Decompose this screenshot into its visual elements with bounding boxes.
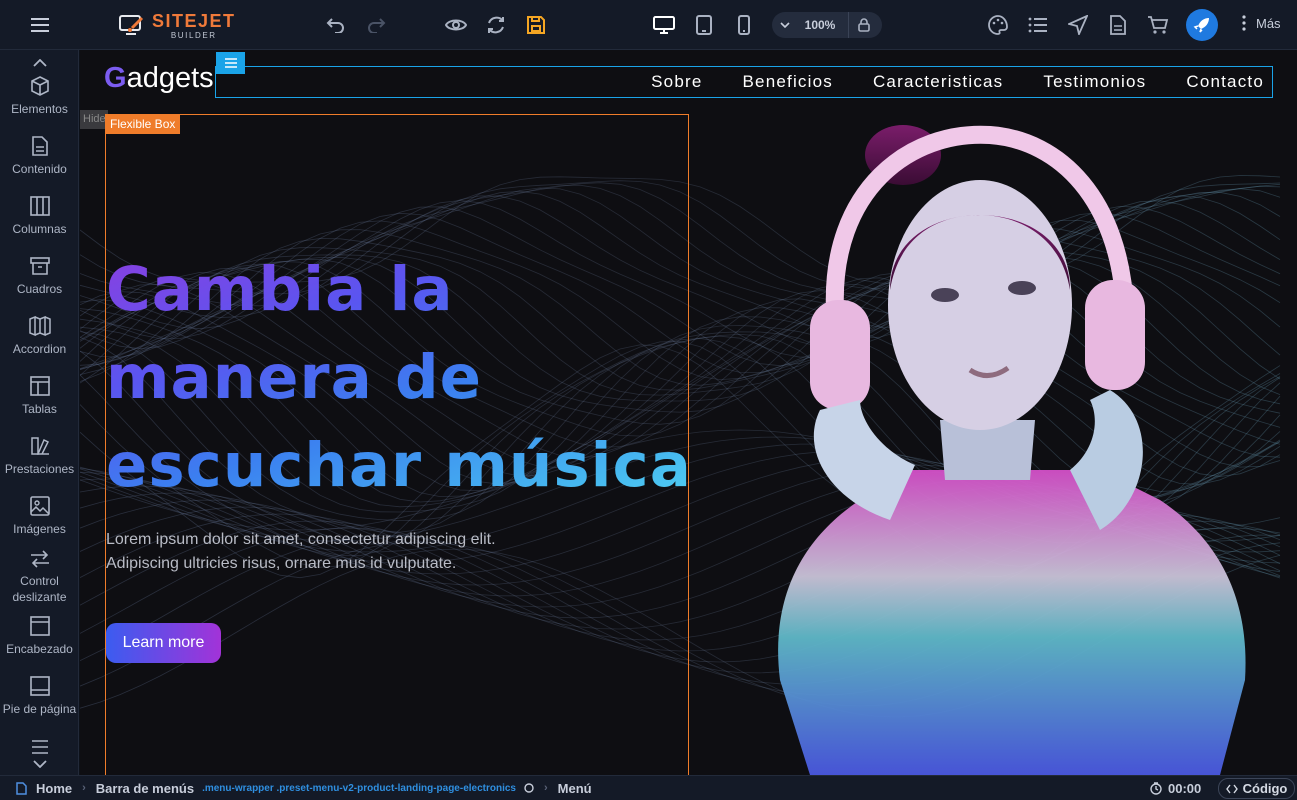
box-icon [29,257,50,275]
scroll-up-arrow-icon[interactable] [30,56,50,70]
features-icon [30,437,49,455]
refresh-icon[interactable] [480,9,512,41]
hamburger-icon [224,58,237,68]
palette-icon[interactable] [982,9,1014,41]
logo-wordmark: SITEJET [152,11,236,31]
rocket-icon [1193,18,1209,33]
breadcrumb-menu[interactable]: Menú [558,781,592,796]
image-icon [29,496,50,516]
shopping-cart-icon[interactable] [1142,9,1174,41]
slider-icon [30,550,49,568]
code-brackets-icon [1225,784,1238,793]
columns-icon [29,196,50,216]
hamburger-menu-icon[interactable] [24,9,56,41]
sidebar-item-pie-de-pagina[interactable]: Pie de página [0,676,79,717]
redo-icon[interactable] [360,9,392,41]
breadcrumb: Home › Barra de menús .menu-wrapper .pre… [16,781,592,796]
flexible-box-tag[interactable]: Flexible Box [105,115,181,134]
breadcrumb-classes[interactable]: .menu-wrapper .preset-menu-v2-product-la… [202,783,516,794]
mobile-view-icon[interactable] [728,9,760,41]
elements-sidebar: Elementos Contenido Columnas Cuadros Acc… [0,50,79,775]
sitejet-logo[interactable]: SITEJET BUILDER [118,12,236,40]
more-label: Más [1256,15,1281,31]
menu-selection-outline[interactable]: Sobre Beneficios Caracteristicas Testimo… [215,66,1273,98]
chevron-down-icon[interactable] [772,22,798,28]
zoom-control[interactable]: 100% [772,12,882,38]
cube-icon [30,76,49,96]
kebab-icon [1242,15,1246,31]
timer-value: 00:00 [1168,781,1202,796]
code-label: Código [1242,781,1288,796]
sidebar-item-tablas[interactable]: Tablas [0,376,79,417]
publish-rocket-button[interactable] [1186,9,1218,41]
preview-eye-icon[interactable] [440,9,472,41]
sidebar-item-prestaciones[interactable]: Prestaciones [0,436,79,477]
editor-canvas[interactable]: Gadgets Sobre Beneficios Caracteristicas… [80,50,1297,775]
code-button[interactable]: Código [1218,778,1295,799]
chevron-right-icon: › [544,782,548,794]
document-icon [31,136,48,156]
accordion-icon [28,316,51,336]
lock-icon[interactable] [848,12,878,38]
sidebar-item-encabezado[interactable]: Encabezado [0,616,79,657]
list-icon[interactable] [1022,9,1054,41]
sidebar-item-cuadros[interactable]: Cuadros [0,256,79,297]
sidebar-item-contenido[interactable]: Contenido [0,136,79,177]
sidebar-item-accordion[interactable]: Accordion [0,316,79,357]
palette-small-icon[interactable] [524,783,534,793]
nav-link-testimonios[interactable]: Testimonios [1043,72,1146,92]
nav-link-caracteristicas[interactable]: Caracteristicas [873,72,1003,92]
scroll-down-arrow-icon[interactable] [30,757,50,771]
main-navigation: Sobre Beneficios Caracteristicas Testimo… [631,67,1272,97]
page-icon [16,781,27,795]
hide-tag[interactable]: Hide [80,110,108,129]
more-menu[interactable]: Más [1242,15,1281,31]
status-bar: Home › Barra de menús .menu-wrapper .pre… [0,775,1297,800]
breadcrumb-home[interactable]: Home [36,781,72,796]
table-icon [29,376,50,396]
zoom-value: 100% [804,18,836,32]
woman-with-headphones-image[interactable] [740,120,1260,775]
learn-more-button[interactable]: Learn more [106,623,221,663]
nav-link-contacto[interactable]: Contacto [1186,72,1264,92]
undo-icon[interactable] [320,9,352,41]
footer-icon [29,676,50,696]
sidebar-item-elementos[interactable]: Elementos [0,76,79,117]
sidebar-item-imagenes[interactable]: Imágenes [0,496,79,537]
nav-link-sobre[interactable]: Sobre [651,72,702,92]
session-timer: 00:00 [1150,781,1201,796]
chevron-right-icon: › [82,782,86,794]
gadgets-brand-logo[interactable]: Gadgets [104,62,214,95]
nav-link-beneficios[interactable]: Beneficios [743,72,833,92]
desktop-view-icon[interactable] [648,9,680,41]
stopwatch-icon [1150,782,1162,795]
logo-subtitle: BUILDER [170,31,217,40]
hero-description[interactable]: Lorem ipsum dolor sit amet, consectetur … [106,528,546,576]
page-document-icon[interactable] [1102,9,1134,41]
sidebar-item-columnas[interactable]: Columnas [0,196,79,237]
breadcrumb-menubar[interactable]: Barra de menús [96,781,194,796]
hero-headline[interactable]: Cambia la manera de escuchar música [106,246,706,510]
top-toolbar: SITEJET BUILDER 100% Más [0,0,1297,50]
save-icon[interactable] [520,9,552,41]
navigation-arrow-icon[interactable] [1062,9,1094,41]
menu-drag-handle[interactable] [216,52,245,74]
sidebar-item-control-deslizante[interactable]: Control deslizante [0,550,79,605]
tablet-view-icon[interactable] [688,9,720,41]
header-icon [29,616,50,636]
monitor-brush-icon [119,15,144,35]
